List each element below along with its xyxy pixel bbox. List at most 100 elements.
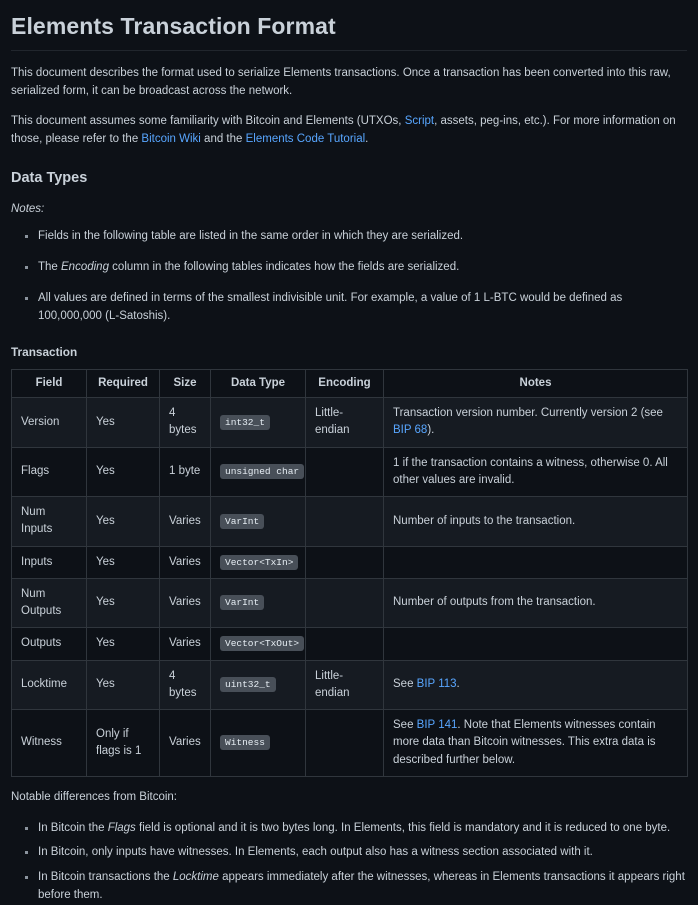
cell-encoding — [305, 577, 384, 629]
list-item: All values are defined in terms of the s… — [25, 290, 687, 326]
cell-encoding — [305, 496, 384, 547]
differences-intro: Notable differences from Bitcoin: — [11, 790, 177, 803]
elements-code-tutorial-link[interactable]: Elements Code Tutorial — [246, 133, 366, 145]
cell-size: Varies — [159, 496, 211, 547]
list-item: In Bitcoin transactions the Locktime app… — [25, 869, 687, 905]
code-tag: int32_t — [220, 414, 270, 430]
code-tag: VarInt — [220, 513, 265, 529]
list-item: Fields in the following table are listed… — [25, 228, 687, 246]
document-page: Elements Transaction Format This documen… — [0, 12, 698, 905]
note-text-part1: Fields in the following table are listed… — [38, 230, 464, 243]
difference-text-part2: field is optional and it is two bytes lo… — [135, 821, 671, 834]
cell-required: Yes — [86, 446, 160, 498]
cell-encoding — [305, 545, 384, 579]
column-header-size: Size — [159, 368, 211, 399]
cell-required: Yes — [86, 545, 160, 579]
note-text-part2: column in the following tables indicates… — [108, 261, 460, 274]
cell-required: Yes — [86, 496, 160, 547]
list-item: The Encoding column in the following tab… — [25, 259, 687, 277]
cell-field: Num Outputs — [11, 577, 87, 629]
cell-data-type: Witness — [210, 709, 306, 777]
cell-required: Only if flags is 1 — [86, 709, 160, 777]
cell-required: Yes — [86, 659, 160, 711]
cell-field: Locktime — [11, 659, 87, 711]
cell-field: Version — [11, 397, 87, 448]
cell-encoding — [305, 709, 384, 777]
cell-size: Varies — [159, 709, 211, 777]
cell-encoding — [305, 446, 384, 498]
cell-notes: Number of outputs from the transaction. — [383, 577, 688, 629]
table-row: Flags Yes 1 byte unsigned char 1 if the … — [11, 446, 688, 498]
notes-text-pre: Number of inputs to the transaction. — [393, 514, 576, 527]
table-row: Version Yes 4 bytes int32_t Little-endia… — [11, 397, 688, 448]
intro-paragraph-2: This document assumes some familiarity w… — [11, 113, 687, 149]
cell-encoding: Little-endian — [305, 659, 384, 711]
cell-notes: 1 if the transaction contains a witness,… — [383, 446, 688, 498]
cell-notes: Transaction version number. Currently ve… — [383, 397, 688, 448]
bip-link[interactable]: BIP 68 — [393, 424, 427, 436]
cell-data-type: uint32_t — [210, 659, 306, 711]
notes-text-pre: Number of outputs from the transaction. — [393, 596, 596, 609]
table-header-row: Field Required Size Data Type Encoding N… — [11, 368, 688, 399]
cell-field: Flags — [11, 446, 87, 498]
cell-notes — [383, 627, 688, 661]
table-row: Witness Only if flags is 1 Varies Witnes… — [11, 709, 688, 777]
cell-size: 4 bytes — [159, 659, 211, 711]
notes-text-pre: Transaction version number. Currently ve… — [393, 407, 663, 420]
cell-size: Varies — [159, 577, 211, 629]
cell-data-type: Vector<TxIn> — [210, 545, 306, 579]
difference-emphasis: Flags — [107, 821, 136, 834]
intro-paragraph-1: This document describes the format used … — [11, 66, 671, 97]
cell-size: Varies — [159, 545, 211, 579]
cell-notes — [383, 545, 688, 579]
list-item: In Bitcoin the Flags field is optional a… — [25, 820, 687, 838]
code-tag: Vector<TxOut> — [220, 636, 305, 652]
notes-label: Notes: — [11, 203, 45, 216]
cell-size: Varies — [159, 627, 211, 661]
bip-link[interactable]: BIP 141 — [417, 719, 458, 731]
cell-data-type: int32_t — [210, 397, 306, 448]
section-heading-data-types: Data Types — [11, 170, 88, 186]
column-header-encoding: Encoding — [305, 368, 384, 399]
cell-size: 4 bytes — [159, 397, 211, 448]
cell-required: Yes — [86, 397, 160, 448]
intro2-text-part1: This document assumes some familiarity w… — [11, 115, 405, 128]
table-body: Version Yes 4 bytes int32_t Little-endia… — [11, 397, 688, 777]
data-types-notes-list: Fields in the following table are listed… — [11, 228, 687, 325]
difference-text-part1: In Bitcoin the — [38, 821, 108, 834]
bitcoin-wiki-link[interactable]: Bitcoin Wiki — [141, 133, 200, 145]
intro2-text-part3: and the — [200, 133, 246, 146]
list-item: In Bitcoin, only inputs have witnesses. … — [25, 844, 687, 862]
cell-encoding: Little-endian — [305, 397, 384, 448]
code-tag: Witness — [220, 735, 270, 751]
notes-text-post: ). — [427, 424, 435, 437]
cell-data-type: VarInt — [210, 577, 306, 629]
cell-field: Num Inputs — [11, 496, 87, 547]
cell-notes: See BIP 141. Note that Elements witnesse… — [383, 709, 688, 777]
notes-text-pre: See — [393, 719, 417, 732]
differences-list: In Bitcoin the Flags field is optional a… — [11, 820, 687, 905]
table-row: Num Outputs Yes Varies VarInt Number of … — [11, 577, 688, 629]
difference-text-part1: In Bitcoin, only inputs have witnesses. … — [38, 846, 593, 859]
transaction-table: Field Required Size Data Type Encoding N… — [11, 368, 688, 777]
cell-notes: Number of inputs to the transaction. — [383, 496, 688, 547]
column-header-notes: Notes — [383, 368, 688, 399]
code-tag: unsigned char — [220, 464, 305, 480]
bip-link[interactable]: BIP 113 — [417, 678, 457, 690]
notes-text-post: . — [456, 678, 460, 691]
title-divider — [11, 49, 687, 51]
cell-encoding — [305, 627, 384, 661]
script-link[interactable]: Script — [405, 115, 434, 127]
cell-data-type: VarInt — [210, 496, 306, 547]
table-header: Field Required Size Data Type Encoding N… — [11, 368, 688, 399]
table-row: Num Inputs Yes Varies VarInt Number of i… — [11, 496, 688, 547]
notes-text-pre: See — [393, 678, 417, 691]
table-row: Outputs Yes Varies Vector<TxOut> — [11, 627, 688, 661]
notes-text-pre: 1 if the transaction contains a witness,… — [393, 456, 668, 486]
table-row: Locktime Yes 4 bytes uint32_t Little-end… — [11, 659, 688, 711]
column-header-field: Field — [11, 368, 87, 399]
cell-field: Inputs — [11, 545, 87, 579]
note-text-part1: The — [38, 261, 62, 274]
cell-field: Outputs — [11, 627, 87, 661]
intro2-text-part4: . — [365, 133, 369, 146]
